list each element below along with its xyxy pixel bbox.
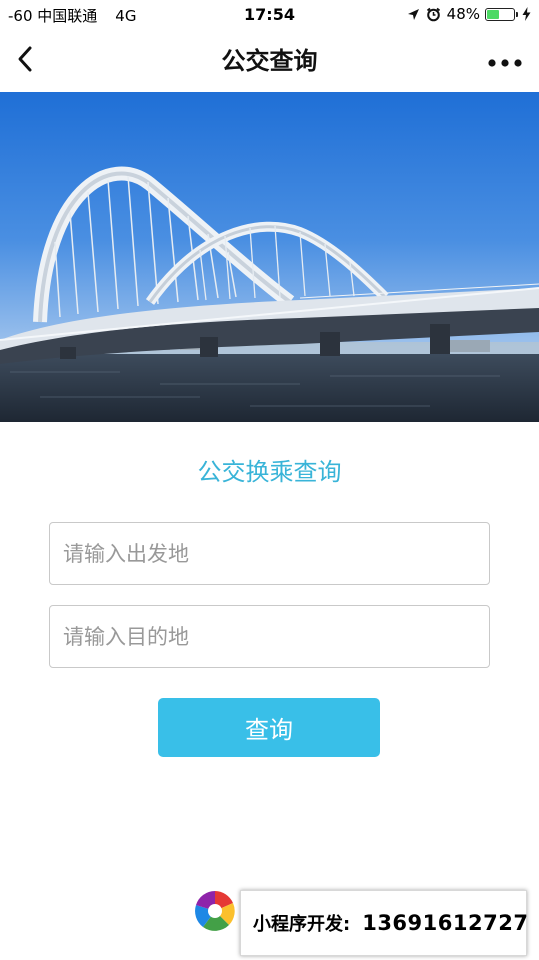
battery-level-fill [487, 9, 499, 19]
promo-label: 小程序开发: [253, 914, 351, 935]
search-button[interactable]: 查询 [158, 698, 380, 757]
more-dots-icon [488, 52, 522, 71]
battery-icon [485, 7, 518, 21]
destination-input[interactable] [49, 605, 490, 668]
page-title: 公交查询 [221, 47, 318, 75]
more-options-button[interactable] [485, 50, 525, 72]
location-arrow-icon [407, 8, 420, 21]
status-bar: -60 中国联通 4G 17:54 48% [0, 0, 539, 32]
bridge-photo [0, 92, 539, 422]
alarm-clock-icon [426, 7, 441, 22]
developer-logo [193, 889, 237, 933]
status-right: 48% [407, 5, 531, 23]
form-title: 公交换乘查询 [197, 458, 342, 486]
charging-bolt-icon [522, 7, 531, 21]
origin-input[interactable] [49, 522, 490, 585]
promo-banner[interactable]: 小程序开发: 13691612727 [240, 890, 529, 956]
navigation-bar: 公交查询 [0, 32, 539, 90]
battery-percent: 48% [446, 5, 480, 23]
promo-phone: 13691612727 [362, 911, 529, 935]
